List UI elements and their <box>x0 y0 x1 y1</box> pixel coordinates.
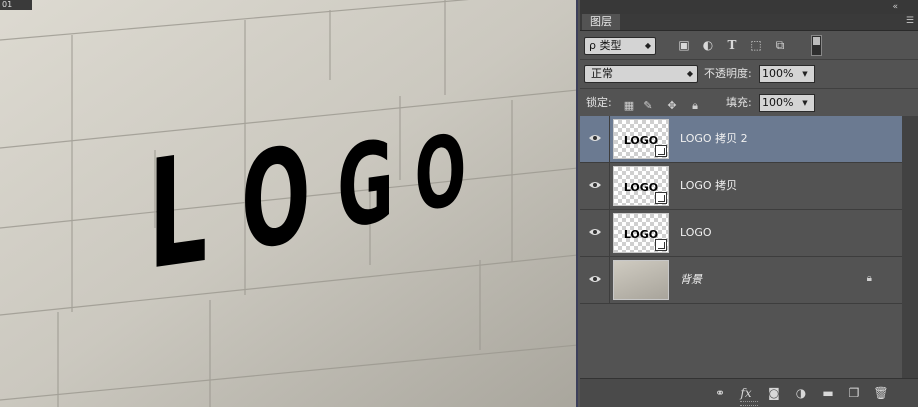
pixel-filter-icon[interactable]: ▣ <box>676 38 692 53</box>
layer-name[interactable]: LOGO 拷贝 2 <box>680 131 748 147</box>
delete-layer-icon[interactable]: 🗑︎ <box>873 385 889 401</box>
layer-thumbnail: LOGO <box>613 213 669 253</box>
eye-icon <box>589 135 601 141</box>
fill-input[interactable]: 100% <box>759 94 797 112</box>
fx-icon[interactable]: fx <box>738 385 754 401</box>
visibility-toggle[interactable] <box>580 257 610 303</box>
layer-name[interactable]: LOGO <box>680 225 712 241</box>
layer-thumbnail: LOGO <box>613 166 669 206</box>
blend-row: 正常 ◆ 不透明度: 100% ▼ <box>580 60 918 89</box>
lock-row: 锁定: ▦ ✎ ✥ 🔒︎ 填充: 100% ▼ <box>580 89 918 118</box>
filter-type-select[interactable]: ρ 类型 ◆ <box>584 37 656 55</box>
type-filter-icon[interactable]: T <box>724 38 740 53</box>
layers-bottom-toolbar: ⚭ fx ◙ ◑ ▬ ❐ 🗑︎ <box>580 378 918 407</box>
canvas-tab: 01 <box>0 0 32 10</box>
filter-row: ρ 类型 ◆ ▣ ◐ T ⬚ ⧉ <box>580 31 918 60</box>
opacity-label: 不透明度: <box>704 67 752 80</box>
lock-icon: 🔒︎ <box>866 273 872 284</box>
filter-icons: ▣ ◐ T ⬚ ⧉ <box>676 38 788 53</box>
layer-row-logo[interactable]: LOGO LOGO <box>580 210 902 257</box>
layer-thumbnail: LOGO <box>613 119 669 159</box>
panel-topbar: « <box>580 0 918 14</box>
panel-menu-icon[interactable]: ☰ <box>906 16 914 26</box>
adjustment-layer-icon[interactable]: ◑ <box>793 385 809 401</box>
collapse-icon[interactable]: « <box>892 2 898 12</box>
new-layer-icon[interactable]: ❐ <box>846 385 862 401</box>
filter-toggle[interactable] <box>811 35 822 56</box>
layer-thumbnail <box>613 260 669 300</box>
lock-paint-icon[interactable]: ✎ <box>642 100 654 112</box>
fill-dropdown-button[interactable]: ▼ <box>796 94 815 112</box>
layer-name[interactable]: 背景 <box>680 272 702 288</box>
eye-icon <box>589 276 601 282</box>
smart-object-filter-icon[interactable]: ⧉ <box>772 38 788 53</box>
link-layers-icon[interactable]: ⚭ <box>712 385 728 401</box>
new-group-icon[interactable]: ▬ <box>820 385 836 401</box>
add-mask-icon[interactable]: ◙ <box>766 385 782 401</box>
panel-tabbar: 图层 ☰ <box>580 14 918 31</box>
visibility-toggle[interactable] <box>580 163 610 209</box>
visibility-toggle[interactable] <box>580 116 610 162</box>
layer-row-background[interactable]: 背景 🔒︎ <box>580 257 902 304</box>
eye-icon <box>589 182 601 188</box>
lock-position-icon[interactable]: ✥ <box>666 100 678 112</box>
eye-icon <box>589 229 601 235</box>
visibility-toggle[interactable] <box>580 210 610 256</box>
smart-object-icon <box>655 192 667 204</box>
canvas-image <box>0 0 576 407</box>
opacity-dropdown-button[interactable]: ▼ <box>796 65 815 83</box>
blend-mode-select[interactable]: 正常 ◆ <box>584 65 698 83</box>
document-canvas[interactable]: 01 L O G O <box>0 0 578 407</box>
opacity-input[interactable]: 100% <box>759 65 797 83</box>
layer-row-logo-copy-2[interactable]: LOGO LOGO 拷贝 2 <box>580 116 902 163</box>
blend-mode-value: 正常 <box>591 67 613 80</box>
tab-layers[interactable]: 图层 <box>582 14 620 30</box>
layer-row-logo-copy[interactable]: LOGO LOGO 拷贝 <box>580 163 902 210</box>
lock-label: 锁定: <box>586 96 612 109</box>
adjustment-filter-icon[interactable]: ◐ <box>700 38 716 53</box>
layers-panel: « 图层 ☰ ρ 类型 ◆ ▣ ◐ T ⬚ ⧉ 正常 ◆ 不透明度: 100% … <box>580 0 918 407</box>
smart-object-icon <box>655 145 667 157</box>
layer-name[interactable]: LOGO 拷贝 <box>680 178 737 194</box>
lock-all-icon[interactable]: 🔒︎ <box>689 100 701 112</box>
shape-filter-icon[interactable]: ⬚ <box>748 38 764 53</box>
layers-scrollbar[interactable] <box>902 116 918 378</box>
lock-transparency-icon[interactable]: ▦ <box>623 100 635 112</box>
select-arrow-icon: ◆ <box>686 69 693 78</box>
smart-object-icon <box>655 239 667 251</box>
layers-list: LOGO LOGO 拷贝 2 LOGO LOGO 拷贝 LOGO LOGO 背景… <box>580 116 902 304</box>
resize-grip[interactable] <box>740 401 758 406</box>
select-arrow-icon: ◆ <box>644 41 651 50</box>
canvas-tab-label: 01 <box>2 0 13 9</box>
filter-type-label: ρ 类型 <box>589 39 622 52</box>
fill-label: 填充: <box>726 96 752 109</box>
